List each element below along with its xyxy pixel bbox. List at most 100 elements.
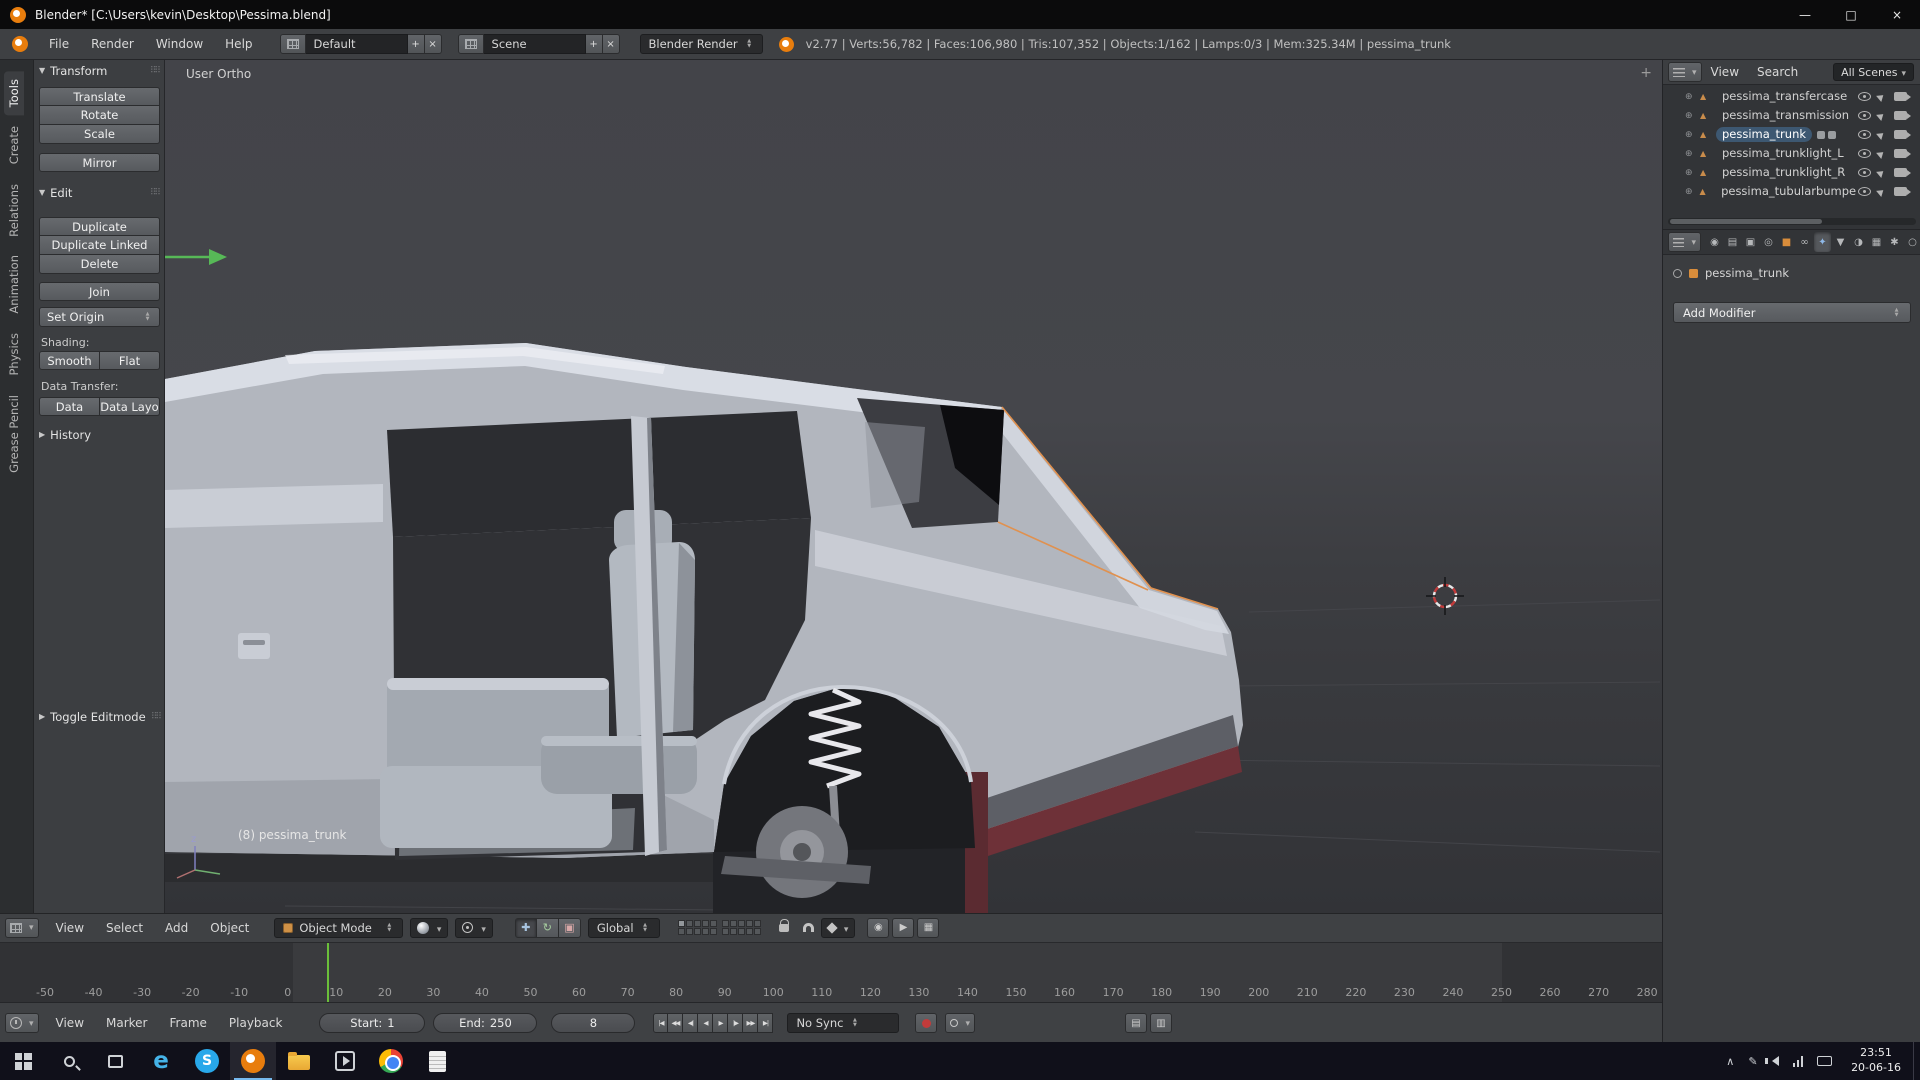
tool-shelf-tab[interactable]: Animation	[4, 247, 24, 322]
editor-type-button[interactable]	[5, 918, 39, 938]
expand-icon[interactable]: ⊕	[1685, 92, 1700, 102]
main-menu-item[interactable]: Render	[80, 29, 145, 59]
properties-tab-icon[interactable]: ∞	[1796, 232, 1813, 252]
start-frame-field[interactable]: Start: 1	[319, 1013, 425, 1033]
data-transfer-layout-button[interactable]: Data Layo	[100, 397, 160, 416]
data-transfer-data-button[interactable]: Data	[39, 397, 100, 416]
tray-keyboard-icon[interactable]	[1810, 1042, 1839, 1080]
scrollbar-thumb[interactable]	[1670, 219, 1822, 224]
add-modifier-dropdown[interactable]: Add Modifier	[1673, 302, 1911, 323]
selectable-cursor-icon[interactable]	[1876, 130, 1886, 140]
snap-magnet-icon[interactable]	[803, 923, 814, 932]
selectable-cursor-icon[interactable]	[1876, 92, 1886, 102]
av-sync-dropdown[interactable]: No Sync	[787, 1013, 899, 1033]
timeline-menu-item[interactable]: Frame	[159, 1004, 218, 1042]
panel-grip-icon[interactable]: ⠿⠿	[150, 66, 159, 76]
outliner-item-row[interactable]: ⊕ ▲ pessima_transmission	[1663, 106, 1920, 125]
duplicate-button[interactable]: Duplicate	[39, 217, 160, 236]
outliner-menu-item[interactable]: View	[1702, 60, 1748, 84]
outliner-item-row[interactable]: ⊕ ▲ pessima_trunklight_L	[1663, 144, 1920, 163]
viewport-shading-dropdown[interactable]	[410, 918, 449, 938]
transform-orientation-dropdown[interactable]: Global	[588, 918, 660, 938]
outliner-horizontal-scrollbar[interactable]	[1668, 218, 1916, 225]
renderable-camera-icon[interactable]	[1894, 130, 1907, 139]
tray-pen-icon[interactable]: ✎	[1741, 1042, 1764, 1080]
translate-button[interactable]: Translate	[39, 87, 160, 106]
join-button[interactable]: Join	[39, 282, 160, 301]
outliner-item-row[interactable]: ⊕ ▲ pessima_tubularbumpe	[1663, 182, 1920, 201]
properties-tab-icon[interactable]: ▤	[1724, 232, 1741, 252]
prev-keyframe-icon[interactable]: ▤	[1125, 1013, 1147, 1033]
duplicate-linked-button[interactable]: Duplicate Linked	[39, 236, 160, 255]
panel-grip-icon[interactable]: ⠿⠿	[151, 712, 160, 722]
rotate-button[interactable]: Rotate	[39, 106, 160, 125]
properties-tab-icon[interactable]: ▣	[1742, 232, 1759, 252]
transform-panel-header[interactable]: ▼ Transform ⠿⠿	[39, 62, 161, 79]
playback-button[interactable]: ▶	[713, 1013, 728, 1033]
editor-type-button[interactable]	[1668, 232, 1701, 252]
tray-chevron-icon[interactable]: ∧	[1719, 1042, 1741, 1080]
outliner-filter-dropdown[interactable]: All Scenes	[1833, 63, 1914, 81]
tray-volume-icon[interactable]	[1765, 1042, 1786, 1080]
properties-tab-icon[interactable]: ◑	[1850, 232, 1867, 252]
current-frame-field[interactable]: 8	[551, 1013, 635, 1033]
layers-widget[interactable]	[678, 920, 761, 935]
properties-tab-icon[interactable]: ○	[1904, 232, 1920, 252]
minimize-button[interactable]: —	[1782, 0, 1828, 29]
scene-browse-button[interactable]	[458, 34, 484, 54]
edge-app-button[interactable]: e	[138, 1042, 184, 1080]
visibility-eye-icon[interactable]	[1858, 111, 1871, 120]
viewport-menu-item[interactable]: View	[45, 914, 95, 941]
playback-button[interactable]: |◀	[653, 1013, 668, 1033]
next-keyframe-icon[interactable]: ▥	[1150, 1013, 1172, 1033]
visibility-eye-icon[interactable]	[1858, 149, 1871, 158]
expand-icon[interactable]: ⊕	[1685, 130, 1700, 140]
renderable-camera-icon[interactable]	[1894, 111, 1907, 120]
renderable-camera-icon[interactable]	[1894, 92, 1907, 101]
rotate-manipulator-icon[interactable]: ↻	[537, 918, 559, 938]
record-button[interactable]	[915, 1013, 937, 1033]
timeline-menu-item[interactable]: View	[45, 1004, 95, 1042]
add-scene-button[interactable]: +	[586, 34, 603, 54]
lock-to-scene-icon[interactable]	[779, 924, 789, 932]
render-engine-dropdown[interactable]: Blender Render	[640, 34, 763, 54]
visibility-eye-icon[interactable]	[1858, 168, 1871, 177]
shade-flat-button[interactable]: Flat	[100, 351, 160, 370]
blender-app-button[interactable]	[230, 1042, 276, 1080]
snap-element-dropdown[interactable]	[821, 918, 856, 938]
timeline-menu-item[interactable]: Playback	[218, 1004, 294, 1042]
car-model-render[interactable]: z	[165, 60, 1660, 913]
renderable-camera-icon[interactable]	[1894, 149, 1907, 158]
set-origin-dropdown[interactable]: Set Origin	[39, 307, 160, 327]
object-name[interactable]: pessima_transmission	[1716, 108, 1855, 123]
tool-shelf-tab[interactable]: Relations	[4, 176, 24, 245]
renderable-camera-icon[interactable]	[1894, 168, 1907, 177]
object-name[interactable]: pessima_transfercase	[1716, 89, 1853, 104]
tray-clock[interactable]: 23:51 20-06-16	[1839, 1046, 1913, 1076]
outliner-item-row[interactable]: ⊕ ▲ pessima_trunklight_R	[1663, 163, 1920, 182]
object-name[interactable]: pessima_tubularbumpe	[1715, 184, 1858, 199]
keying-set-button[interactable]	[945, 1013, 975, 1033]
tool-shelf-tab[interactable]: Tools	[4, 71, 24, 115]
timeline-menu-item[interactable]: Marker	[95, 1004, 158, 1042]
selectable-cursor-icon[interactable]	[1876, 111, 1886, 121]
timeline-ruler[interactable]: -50 -40 -30 -20 -10 0 10 20 30 40 50	[0, 942, 1662, 1003]
main-menu-item[interactable]: Help	[214, 29, 263, 59]
layout-browse-button[interactable]	[280, 34, 306, 54]
current-frame-indicator[interactable]	[327, 943, 329, 1002]
delete-scene-button[interactable]: ×	[603, 34, 620, 54]
pivot-center-dropdown[interactable]	[455, 918, 493, 938]
tool-shelf-tab[interactable]: Create	[4, 118, 24, 172]
properties-tab-icon[interactable]: ✱	[1886, 232, 1903, 252]
taskbar-search-button[interactable]	[46, 1042, 92, 1080]
start-button[interactable]	[0, 1042, 46, 1080]
visibility-eye-icon[interactable]	[1858, 92, 1871, 101]
expand-icon[interactable]: ⊕	[1685, 168, 1700, 178]
object-name[interactable]: pessima_trunk	[1716, 127, 1812, 142]
file-explorer-button[interactable]	[276, 1042, 322, 1080]
translate-manipulator-icon[interactable]: ✚	[515, 918, 537, 938]
delete-button[interactable]: Delete	[39, 255, 160, 274]
layout-name-field[interactable]: Default	[306, 34, 408, 54]
properties-tab-icon[interactable]: ✦	[1814, 232, 1831, 252]
expand-icon[interactable]: ⊕	[1685, 187, 1700, 197]
